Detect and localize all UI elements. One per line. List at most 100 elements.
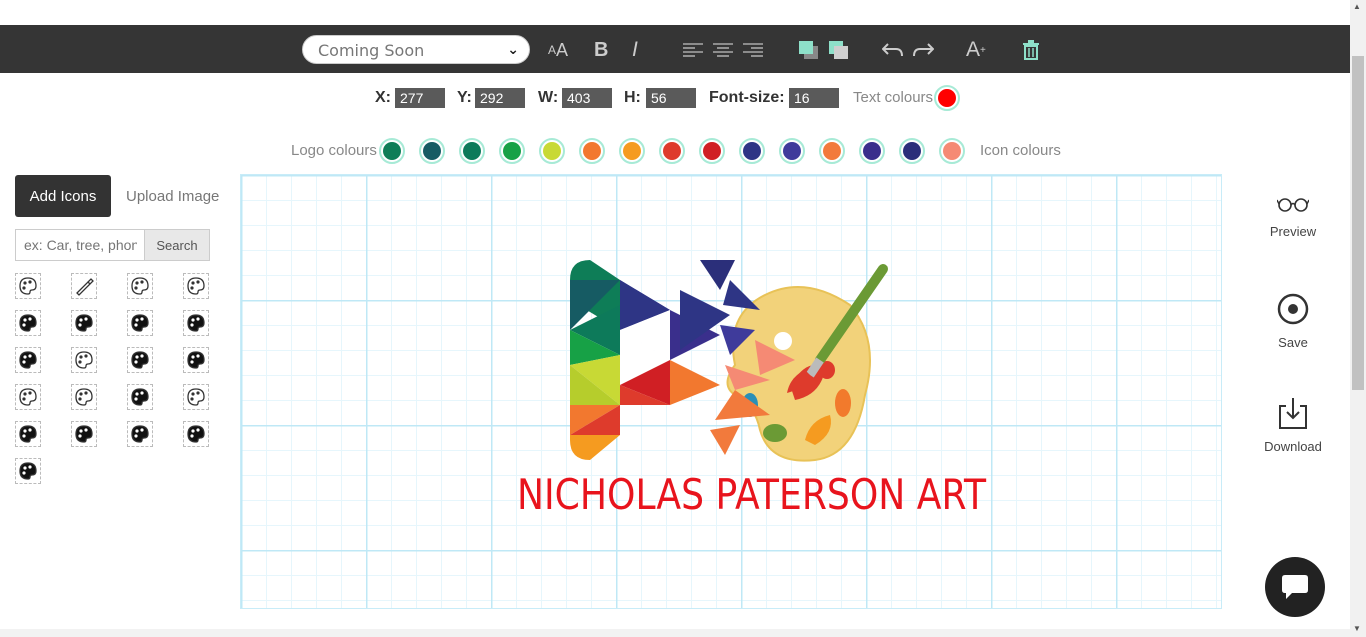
logo-colour-swatch[interactable] bbox=[899, 138, 925, 164]
swatch-fill bbox=[423, 142, 441, 160]
target-icon bbox=[1277, 293, 1309, 325]
redo-icon[interactable] bbox=[912, 37, 934, 63]
swatch-fill bbox=[383, 142, 401, 160]
editor-toolbar: Coming Soon ⌄ AA B I A + bbox=[0, 25, 1350, 73]
swatch-fill bbox=[783, 142, 801, 160]
logo-company-name[interactable]: NICHOLAS PATERSON ART bbox=[517, 470, 986, 519]
trash-icon[interactable] bbox=[1022, 37, 1040, 63]
font-size-label: Font-size: bbox=[709, 89, 785, 106]
download-button[interactable]: Download bbox=[1258, 396, 1328, 454]
palette-icon[interactable] bbox=[71, 421, 97, 447]
font-family-value: Coming Soon bbox=[318, 41, 425, 60]
swatch-fill bbox=[743, 142, 761, 160]
palette-icon[interactable] bbox=[15, 384, 41, 410]
scroll-up-icon[interactable]: ▲ bbox=[1353, 2, 1361, 11]
preview-label: Preview bbox=[1269, 224, 1317, 239]
swatch-fill bbox=[703, 142, 721, 160]
logo-colour-swatch[interactable] bbox=[579, 138, 605, 164]
add-icons-tab[interactable]: Add Icons bbox=[15, 175, 111, 217]
logo-colours-label: Logo colours bbox=[291, 142, 377, 159]
palette-icon[interactable] bbox=[71, 347, 97, 373]
font-family-select[interactable]: Coming Soon ⌄ bbox=[302, 35, 530, 64]
palette-icon[interactable] bbox=[15, 310, 41, 336]
swatch-fill bbox=[663, 142, 681, 160]
palette-icon[interactable] bbox=[71, 384, 97, 410]
chat-button[interactable] bbox=[1265, 557, 1325, 617]
palette-icon[interactable] bbox=[15, 347, 41, 373]
swatch-fill bbox=[503, 142, 521, 160]
logo-colour-swatch[interactable] bbox=[539, 138, 565, 164]
logo-colour-swatch[interactable] bbox=[939, 138, 965, 164]
align-left-icon[interactable] bbox=[683, 37, 703, 63]
w-input[interactable]: 403 bbox=[562, 88, 612, 108]
preview-button[interactable]: Preview bbox=[1258, 193, 1328, 239]
palette-icon[interactable] bbox=[15, 273, 41, 299]
brush-icon[interactable] bbox=[71, 273, 97, 299]
swatch-fill bbox=[623, 142, 641, 160]
logo-colour-swatch[interactable] bbox=[739, 138, 765, 164]
logo-colour-swatch[interactable] bbox=[619, 138, 645, 164]
palette-icon[interactable] bbox=[15, 421, 41, 447]
swatch-fill bbox=[823, 142, 841, 160]
add-text-icon[interactable]: A + bbox=[966, 37, 986, 63]
palette-icon[interactable] bbox=[127, 347, 153, 373]
x-label: X: bbox=[375, 89, 391, 106]
logo-colour-swatch[interactable] bbox=[659, 138, 685, 164]
palette-icon[interactable] bbox=[183, 384, 209, 410]
undo-icon[interactable] bbox=[882, 37, 904, 63]
scroll-down-icon[interactable]: ▼ bbox=[1353, 624, 1361, 633]
palette-icon[interactable] bbox=[127, 384, 153, 410]
italic-button[interactable]: I bbox=[632, 37, 638, 63]
search-button[interactable]: Search bbox=[144, 229, 210, 261]
palette-icon[interactable] bbox=[183, 347, 209, 373]
chevron-down-icon: ⌄ bbox=[507, 41, 519, 57]
palette-icon[interactable] bbox=[127, 421, 153, 447]
h-label: H: bbox=[624, 89, 641, 106]
bottom-strip bbox=[0, 629, 1350, 637]
icon-search-input[interactable] bbox=[15, 229, 145, 261]
upload-image-tab[interactable]: Upload Image bbox=[126, 188, 219, 205]
text-colour-swatch[interactable] bbox=[934, 85, 960, 111]
palette-icon[interactable] bbox=[15, 458, 41, 484]
w-label: W: bbox=[538, 89, 559, 106]
logo-colour-swatch[interactable] bbox=[859, 138, 885, 164]
font-size-input[interactable]: 16 bbox=[789, 88, 839, 108]
swatch-fill bbox=[943, 142, 961, 160]
download-label: Download bbox=[1264, 439, 1322, 454]
bold-button[interactable]: B bbox=[594, 37, 608, 63]
palette-icon[interactable] bbox=[183, 421, 209, 447]
font-size-button[interactable]: AA bbox=[548, 37, 568, 63]
swatch-fill bbox=[463, 142, 481, 160]
save-button[interactable]: Save bbox=[1258, 292, 1328, 350]
swatch-fill bbox=[903, 142, 921, 160]
send-backward-icon[interactable] bbox=[828, 37, 850, 63]
palette-icon[interactable] bbox=[127, 310, 153, 336]
palette-icon[interactable] bbox=[71, 310, 97, 336]
logo-colour-swatch[interactable] bbox=[819, 138, 845, 164]
logo-colour-swatch[interactable] bbox=[699, 138, 725, 164]
scrollbar-thumb[interactable] bbox=[1352, 56, 1364, 390]
swatch-fill bbox=[863, 142, 881, 160]
text-colours-label: Text colours bbox=[853, 89, 934, 106]
download-icon bbox=[1279, 398, 1307, 429]
logo-colour-swatch[interactable] bbox=[779, 138, 805, 164]
y-label: Y: bbox=[457, 89, 472, 106]
palette-icon[interactable] bbox=[183, 273, 209, 299]
icon-colours-label: Icon colours bbox=[980, 142, 1061, 159]
chat-bubble-icon bbox=[1282, 575, 1308, 599]
glasses-icon bbox=[1276, 198, 1310, 212]
logo-colour-swatch[interactable] bbox=[499, 138, 525, 164]
y-input[interactable]: 292 bbox=[475, 88, 525, 108]
palette-icon[interactable] bbox=[183, 310, 209, 336]
logo-graphic[interactable] bbox=[565, 255, 890, 465]
h-input[interactable]: 56 bbox=[646, 88, 696, 108]
palette-icon[interactable] bbox=[127, 273, 153, 299]
align-center-icon[interactable] bbox=[713, 37, 733, 63]
swatch-fill bbox=[543, 142, 561, 160]
align-right-icon[interactable] bbox=[743, 37, 763, 63]
logo-colour-swatch[interactable] bbox=[379, 138, 405, 164]
x-input[interactable]: 277 bbox=[395, 88, 445, 108]
logo-colour-swatch[interactable] bbox=[459, 138, 485, 164]
bring-forward-icon[interactable] bbox=[798, 37, 820, 63]
logo-colour-swatch[interactable] bbox=[419, 138, 445, 164]
